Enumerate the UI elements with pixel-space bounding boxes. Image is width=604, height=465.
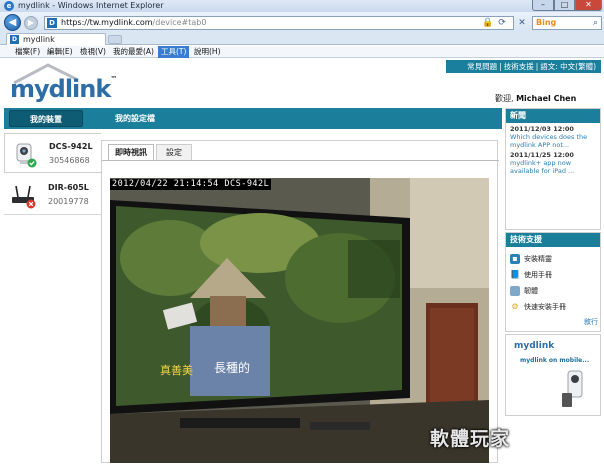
firmware-icon [510,286,520,296]
device-id: 20019778 [48,197,89,206]
video-frame: 真善美 長種的 [110,178,489,463]
refresh-icon[interactable]: ⟳ [496,17,508,29]
mydlink-logo[interactable]: mydlink™ [10,75,117,103]
device-name: DIR-605L [48,183,89,192]
promo-text: mydlink on mobile... [520,357,590,364]
browser-tab[interactable]: D mydlink [6,33,106,45]
menu-tools[interactable]: 工具(T) [158,46,190,58]
tv-logo-text: 真善美 [160,363,193,377]
menu-bar: 檔案(F) 編輯(E) 檢視(V) 我的最愛(A) 工具(T) 說明(H) [0,46,604,58]
url-field[interactable]: D https://tw.mydlink.com/device#tab0 [44,16,514,30]
router-icon [12,185,36,209]
tv-caption-text: 長種的 [214,360,250,375]
user-manual-link[interactable]: 📘 使用手冊 [510,269,552,281]
dlink-favicon-icon: D [10,35,19,44]
url-text: https://tw.mydlink.com/device#tab0 [61,18,207,27]
more-link[interactable]: 敘行 [584,317,598,327]
menu-file[interactable]: 檔案(F) [12,46,43,58]
close-button[interactable]: ✕ [575,0,602,11]
gear-icon: ⚙ [511,302,519,311]
device-panel: 即時視訊 設定 真善美 長種的 2012/04/22 21:14:54 DCS-… [101,140,499,463]
stop-icon[interactable]: ✕ [516,17,528,29]
support-box: 技術支援 ▪ 安裝精靈 📘 使用手冊 韌體 ⚙ 快速安裝手冊 敘行 [505,232,601,332]
mobile-promo[interactable]: mydlink mydlink on mobile... [505,334,601,416]
ie-logo-icon: e [4,1,14,11]
menu-help[interactable]: 說明(H) [191,46,224,58]
search-icon[interactable]: ⌕ [593,17,598,29]
device-item-dir-605l[interactable]: DIR-605L 20019778 [4,175,101,215]
dlink-favicon-icon: D [47,18,57,28]
watermark: 軟體玩家 [430,428,511,450]
live-video-feed[interactable]: 真善美 長種的 [110,178,489,463]
search-input[interactable]: Bing ⌕ [532,16,602,30]
tab-my-settings[interactable]: 我的設定檔 [100,110,170,127]
device-id: 30546868 [49,156,90,165]
news-item[interactable]: 2011/12/03 12:00 Which devices does the … [506,123,600,149]
news-item[interactable]: 2011/11/25 12:00 mydlink+ app now availa… [506,149,600,175]
user-name: Michael Chen [516,94,577,103]
minimize-button[interactable]: – [532,0,554,11]
tab-divider [102,160,499,161]
main-nav: 我的裝置 我的設定檔 [4,108,502,129]
tab-settings[interactable]: 設定 [156,144,192,160]
tab-my-devices[interactable]: 我的裝置 [9,110,83,127]
lock-icon[interactable]: 🔒 [482,17,494,29]
address-bar: ◀ ▶ D https://tw.mydlink.com/device#tab0… [0,12,604,32]
forward-button[interactable]: ▶ [24,16,38,30]
tab-live-video[interactable]: 即時視訊 [108,144,154,160]
device-list: DCS-942L 30546868 DIR-605L 20019778 [4,131,101,271]
faq-link[interactable]: 常見問題 [465,62,499,71]
window-titlebar: e mydlink - Windows Internet Explorer – … [0,0,604,12]
firmware-link[interactable]: 韌體 [510,285,538,297]
tab-bar: D mydlink [0,32,604,45]
language-link[interactable]: 語文: 中文(繁體) [538,62,598,71]
top-links: 常見問題 | 技術支援 | 語文: 中文(繁體) [446,60,601,73]
support-title: 技術支援 [506,233,600,247]
camera-icon [16,143,37,168]
welcome-text: 歡迎, Michael Chen [495,94,577,103]
wizard-icon: ▪ [510,254,520,264]
back-button[interactable]: ◀ [4,14,21,31]
support-link[interactable]: 技術支援 [502,62,536,71]
new-tab-button[interactable] [108,35,122,44]
phone-camera-icon [562,370,583,407]
promo-logo: mydlink [514,341,555,351]
window-title: mydlink - Windows Internet Explorer [18,1,164,10]
maximize-button[interactable]: □ [554,0,575,11]
tab-label: mydlink [23,35,55,44]
device-name: DCS-942L [49,142,93,151]
news-title: 新聞 [506,109,600,123]
search-engine-label: Bing [536,18,557,27]
news-box: 新聞 2011/12/03 12:00 Which devices does t… [505,108,601,230]
menu-favorites[interactable]: 我的最愛(A) [110,46,157,58]
menu-edit[interactable]: 編輯(E) [44,46,76,58]
video-timestamp: 2012/04/22 21:14:54 DCS-942L [110,179,272,190]
quick-install-link[interactable]: ⚙ 快速安裝手冊 [510,301,566,313]
web-page: mydlink™ 常見問題 | 技術支援 | 語文: 中文(繁體) 歡迎, Michae… [4,59,601,463]
manual-icon: 📘 [510,270,520,279]
menu-view[interactable]: 檢視(V) [77,46,109,58]
device-item-dcs-942l[interactable]: DCS-942L 30546868 [4,133,101,173]
setup-wizard-link[interactable]: ▪ 安裝精靈 [510,253,552,265]
